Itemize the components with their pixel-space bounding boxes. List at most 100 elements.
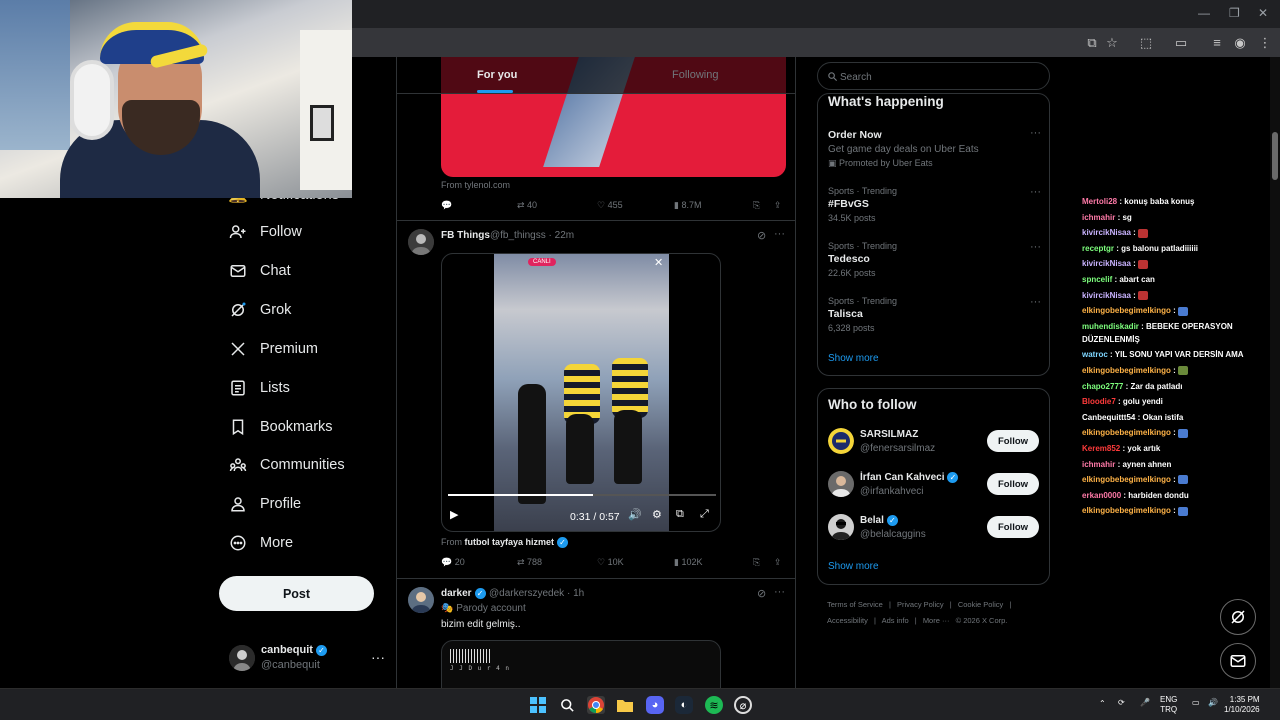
from-source[interactable]: futbol tayfaya hizmet <box>465 537 555 547</box>
more-dots-icon[interactable]: ··· <box>1030 296 1041 308</box>
menu-icon[interactable]: ⋮ <box>1257 35 1273 51</box>
search-input[interactable] <box>840 69 1040 85</box>
repost-icon[interactable]: ⇄ 788 <box>517 557 542 568</box>
post-author-name[interactable]: darker <box>441 588 472 599</box>
chat-username[interactable]: kivircikNisaa <box>1082 228 1131 237</box>
more-dots-icon[interactable]: ··· <box>371 649 385 665</box>
nav-communities[interactable]: Communities <box>228 450 345 480</box>
post-author-name[interactable]: FB Things <box>441 230 490 241</box>
sidepanel-icon[interactable]: ▭ <box>1173 35 1189 51</box>
nav-follow[interactable]: Follow <box>228 217 302 247</box>
account-switcher[interactable]: canbequit ✓ @canbequit ··· <box>229 643 389 675</box>
video-progress[interactable] <box>448 494 716 496</box>
network-icon[interactable]: ⟳ <box>1118 698 1125 708</box>
more-dots-icon[interactable]: ··· <box>774 586 785 598</box>
nav-lists[interactable]: Lists <box>228 373 290 403</box>
chat-username[interactable]: chapo2777 <box>1082 382 1123 391</box>
chat-username[interactable]: erkan0000 <box>1082 491 1121 500</box>
nav-profile[interactable]: Profile <box>228 489 301 519</box>
page-scrollbar[interactable] <box>1270 57 1280 688</box>
more-dots-icon[interactable]: ··· <box>1030 127 1041 139</box>
bookmark-icon[interactable]: ⎘ <box>753 557 760 568</box>
chevron-up-icon[interactable]: ⌃ <box>1099 699 1106 709</box>
playlist-icon[interactable]: ≡ <box>1209 35 1225 50</box>
bookmark-star-icon[interactable]: ☆ <box>1104 35 1120 51</box>
more-dots-icon[interactable]: ··· <box>774 228 785 240</box>
chat-username[interactable]: elkingobebegimelkingo <box>1082 506 1171 515</box>
minimize-icon[interactable]: — <box>1198 6 1210 20</box>
chat-username[interactable]: Canbequittt54 <box>1082 413 1135 422</box>
volume-icon[interactable]: 🔊 <box>1208 698 1218 708</box>
chat-username[interactable]: kivircikNisaa <box>1082 259 1131 268</box>
tab-for-you[interactable]: For you <box>477 69 517 81</box>
footer-link[interactable]: Ads info <box>882 616 909 625</box>
fullscreen-icon[interactable]: ⤢ <box>700 508 709 521</box>
ad-source[interactable]: From tylenol.com <box>441 180 510 190</box>
footer-link[interactable]: Privacy Policy <box>897 600 944 609</box>
steam-icon[interactable]: ◐ <box>675 696 693 714</box>
chat-username[interactable]: muhendiskadir <box>1082 322 1139 331</box>
follow-suggestion[interactable]: SARSILMAZ @fenersarsilmaz Follow <box>828 426 1041 456</box>
tab-following[interactable]: Following <box>672 69 718 81</box>
grok-fab[interactable] <box>1220 599 1256 635</box>
chat-username[interactable]: elkingobebegimelkingo <box>1082 366 1171 375</box>
windows-start-icon[interactable] <box>529 696 547 714</box>
pip-icon[interactable]: ⧉ <box>676 508 684 521</box>
nav-chat[interactable]: Chat <box>228 256 291 286</box>
video-player[interactable]: CANLI ✕ ▶ 0:31 / 0:57 🔊 ⚙ ⧉ ⤢ <box>441 253 721 532</box>
folder-icon[interactable] <box>616 696 634 714</box>
chat-username[interactable]: elkingobebegimelkingo <box>1082 475 1171 484</box>
post-media[interactable]: J J D u r 4 n <box>441 640 721 688</box>
discord-icon[interactable]: ◕ <box>646 696 664 714</box>
cast-icon[interactable]: ⧉ <box>1084 35 1100 51</box>
display-icon[interactable]: ▭ <box>1192 698 1200 708</box>
promo-item[interactable]: Order Now Get game day deals on Uber Eat… <box>828 127 1041 169</box>
follow-button[interactable]: Follow <box>987 473 1039 495</box>
grok-icon[interactable]: ⊘ <box>757 229 766 242</box>
show-more-link[interactable]: Show more <box>828 353 879 364</box>
like-icon[interactable]: ♡ 455 <box>597 200 623 211</box>
repost-icon[interactable]: ⇄ 40 <box>517 200 537 211</box>
follow-suggestion[interactable]: İrfan Can Kahveci ✓ @irfankahveci Follow <box>828 469 1041 499</box>
more-dots-icon[interactable]: ··· <box>1030 241 1041 253</box>
chrome-icon[interactable] <box>587 696 605 714</box>
show-more-link[interactable]: Show more <box>828 561 879 572</box>
nav-more[interactable]: More <box>228 528 293 558</box>
search-icon[interactable] <box>558 696 576 714</box>
follow-button[interactable]: Follow <box>987 430 1039 452</box>
nav-premium[interactable]: Premium <box>228 334 318 364</box>
share-icon[interactable]: ⇪ <box>774 200 782 211</box>
footer-link[interactable]: Cookie Policy <box>958 600 1003 609</box>
chat-username[interactable]: Mertoli28 <box>1082 197 1117 206</box>
bookmark-icon[interactable]: ⎘ <box>753 200 760 211</box>
chat-username[interactable]: watroc <box>1082 350 1108 359</box>
search-box[interactable] <box>817 62 1050 90</box>
chat-username[interactable]: Kerem852 <box>1082 444 1120 453</box>
chat-username[interactable]: ichmahir <box>1082 460 1115 469</box>
trend-item[interactable]: Sports · Trending Talisca 6,328 posts ··… <box>828 296 1041 333</box>
chat-username[interactable]: ichmahir <box>1082 213 1115 222</box>
restore-icon[interactable]: ❐ <box>1229 6 1240 20</box>
reply-icon[interactable]: 💬 20 <box>441 557 465 568</box>
views-icon[interactable]: ▮ 8.7M <box>674 200 701 211</box>
volume-icon[interactable]: 🔊 <box>628 508 642 521</box>
avatar[interactable] <box>408 229 434 255</box>
post-button[interactable]: Post <box>219 576 374 611</box>
chat-username[interactable]: Bloodie7 <box>1082 397 1116 406</box>
footer-link[interactable]: Terms of Service <box>827 600 883 609</box>
play-icon[interactable]: ▶ <box>450 508 458 521</box>
share-icon[interactable]: ⇪ <box>774 557 782 568</box>
trend-item[interactable]: Sports · Trending Tedesco 22.6K posts ··… <box>828 241 1041 278</box>
app-icon[interactable]: ⌀ <box>734 696 752 714</box>
follow-button[interactable]: Follow <box>987 516 1039 538</box>
views-icon[interactable]: ▮ 102K <box>674 557 702 568</box>
follow-suggestion[interactable]: Belal ✓ @belalcaggins Follow <box>828 512 1041 542</box>
nav-grok[interactable]: Grok <box>228 295 291 325</box>
settings-icon[interactable]: ⚙ <box>652 508 662 521</box>
footer-link[interactable]: Accessibility <box>827 616 868 625</box>
chat-username[interactable]: kivircikNisaa <box>1082 291 1131 300</box>
spotify-icon[interactable]: ≋ <box>705 696 723 714</box>
reply-icon[interactable]: 💬 <box>441 200 452 211</box>
chat-username[interactable]: elkingobebegimelkingo <box>1082 428 1171 437</box>
profile-icon[interactable]: ◉ <box>1232 35 1248 51</box>
